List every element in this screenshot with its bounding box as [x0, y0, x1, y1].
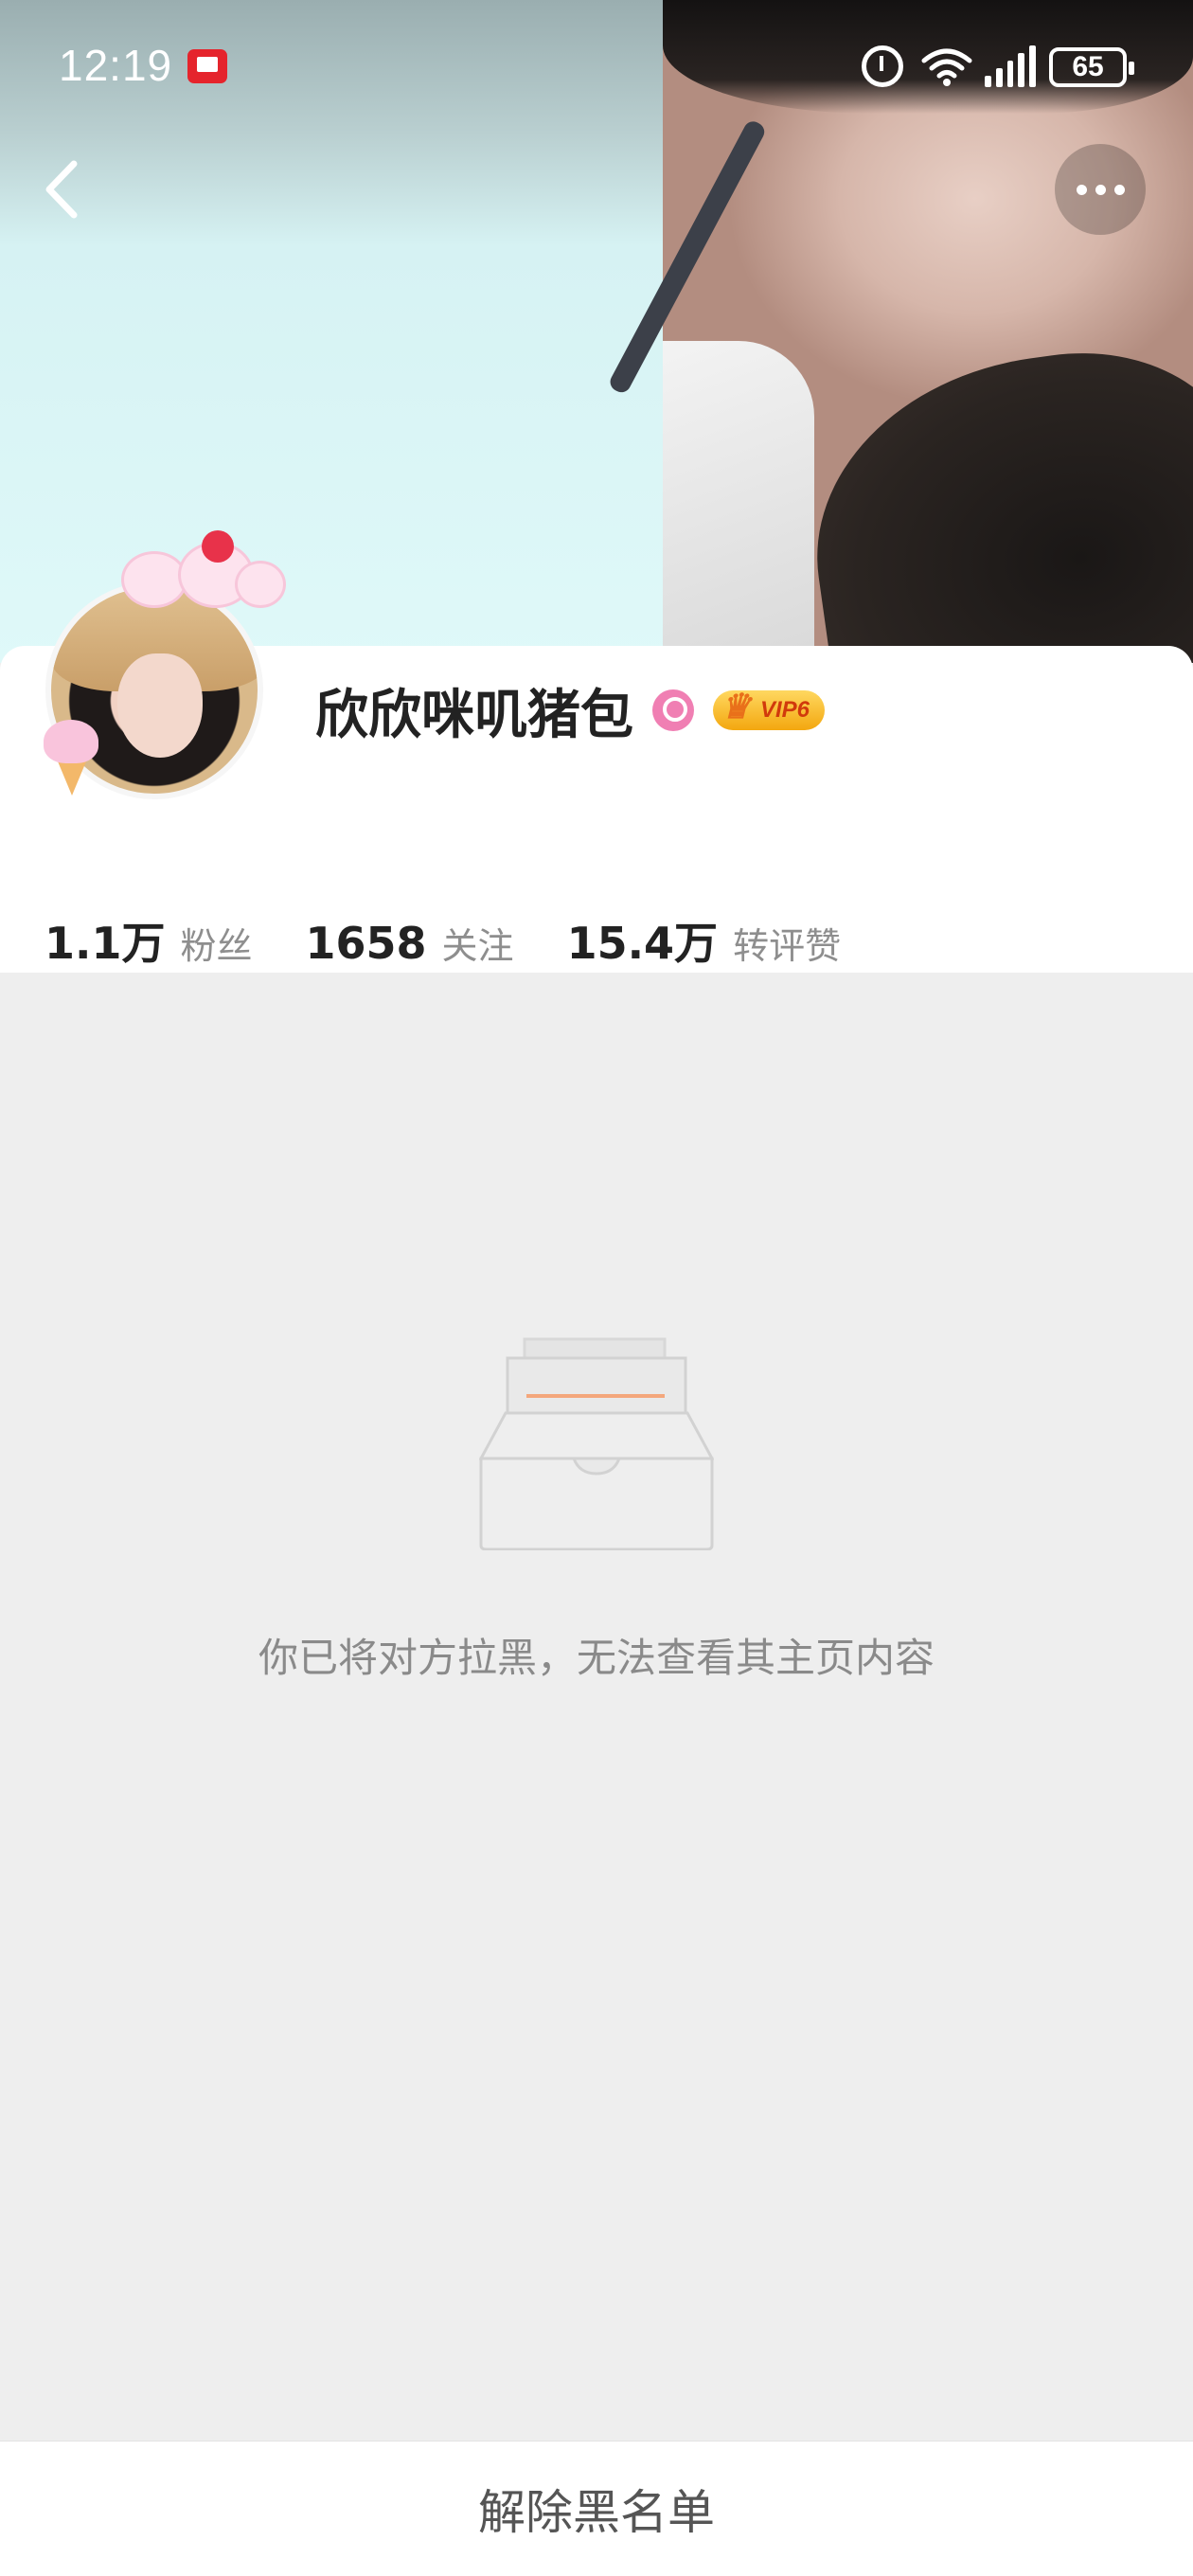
stat-value: 15.4万 — [566, 918, 719, 969]
avatar[interactable] — [36, 523, 292, 807]
signal-icon — [985, 45, 1036, 87]
username: 欣欣咪叽猪包 — [315, 684, 633, 746]
empty-message: 你已将对方拉黑，无法查看其主页内容 — [258, 1635, 935, 1681]
stat-label: 粉丝 — [180, 925, 253, 967]
app-notification-icon — [187, 49, 227, 83]
ice-cream-scoop — [44, 720, 98, 763]
status-time: 12:19 — [59, 41, 173, 90]
cover-photo-cloth — [663, 341, 814, 663]
stat-following[interactable]: 1658 关注 — [306, 917, 514, 969]
cherry-icon — [202, 530, 234, 563]
stat-label: 转评赞 — [733, 925, 842, 967]
empty-state: 你已将对方拉黑，无法查看其主页内容 — [0, 973, 1193, 2441]
more-button[interactable] — [1055, 144, 1146, 235]
vip-badge[interactable]: VIP6 — [713, 687, 826, 730]
name-row: 欣欣咪叽猪包 VIP6 — [315, 674, 826, 746]
stat-value: 1.1万 — [45, 918, 166, 969]
avatar-frame-decoration — [102, 523, 286, 627]
empty-box-icon — [479, 1337, 714, 1550]
status-bar: 12:19 65 — [0, 0, 1193, 133]
stat-interactions[interactable]: 15.4万 转评赞 — [567, 909, 842, 972]
battery-icon: 65 — [1049, 47, 1134, 87]
frame-blob-3 — [235, 561, 286, 608]
alarm-icon — [862, 45, 903, 87]
ice-cream-icon — [36, 712, 104, 797]
wifi-icon — [920, 45, 973, 87]
chevron-left-icon — [45, 160, 78, 219]
unblock-button[interactable]: 解除黑名单 — [440, 2456, 753, 2562]
stats-row: 1.1万 粉丝 1658 关注 15.4万 转评赞 — [45, 909, 894, 975]
stat-followers[interactable]: 1.1万 粉丝 — [45, 909, 253, 972]
stat-value: 1658 — [305, 918, 427, 969]
female-icon — [652, 689, 694, 731]
avatar-face — [117, 653, 203, 758]
stat-label: 关注 — [441, 925, 514, 967]
more-dots-icon — [1076, 184, 1087, 195]
more-dot-3 — [1113, 184, 1125, 195]
bottom-bar: 解除黑名单 — [0, 2441, 1193, 2576]
more-dot-2 — [1095, 184, 1106, 195]
back-button[interactable] — [36, 156, 93, 223]
